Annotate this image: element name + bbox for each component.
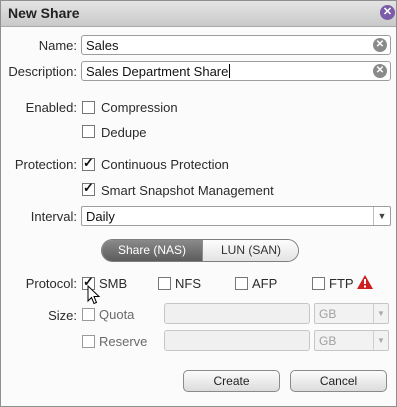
smb-label: SMB — [99, 276, 128, 291]
checkmark-icon: ✓ — [83, 180, 94, 195]
warning-icon[interactable] — [357, 275, 373, 289]
title-bar: New Share ✕ — [1, 1, 396, 27]
continuous-protection-label: Continuous Protection — [101, 157, 229, 172]
description-value-wrap: Sales Department Share — [86, 64, 231, 79]
afp-checkbox[interactable] — [235, 277, 248, 290]
new-share-dialog: New Share ✕ Name: Sales ✕ Description: S… — [0, 0, 397, 407]
smart-snapshot-label: Smart Snapshot Management — [101, 183, 274, 198]
quota-checkbox[interactable] — [82, 308, 95, 321]
create-button[interactable]: Create — [183, 370, 280, 392]
description-label: Description: — [8, 64, 77, 79]
dedupe-label: Dedupe — [101, 125, 147, 140]
name-label: Name: — [38, 38, 77, 53]
quota-unit-select[interactable]: GB ▼ — [314, 303, 389, 324]
reserve-checkbox[interactable] — [82, 335, 95, 348]
dialog-title: New Share — [8, 5, 80, 21]
description-field[interactable]: Sales Department Share ✕ — [81, 61, 391, 81]
close-icon[interactable]: ✕ — [380, 5, 395, 20]
quota-unit-value: GB — [319, 307, 337, 321]
protection-label: Protection: — [14, 157, 77, 172]
clear-description-icon[interactable]: ✕ — [373, 64, 387, 78]
afp-label: AFP — [252, 276, 278, 291]
clear-name-icon[interactable]: ✕ — [373, 38, 387, 52]
tab-share-nas[interactable]: Share (NAS) — [102, 240, 202, 261]
dedupe-checkbox[interactable] — [82, 125, 95, 138]
reserve-label: Reserve — [99, 334, 148, 349]
name-value: Sales — [86, 38, 119, 53]
reserve-unit-select[interactable]: GB ▼ — [314, 330, 389, 351]
quota-label: Quota — [99, 307, 135, 322]
interval-select[interactable]: Daily ▼ — [81, 206, 391, 226]
chevron-down-icon: ▼ — [373, 331, 388, 350]
description-value: Sales Department Share — [86, 64, 229, 79]
chevron-down-icon: ▼ — [373, 207, 390, 225]
reserve-size-input[interactable] — [164, 330, 310, 351]
enabled-label: Enabled: — [25, 100, 77, 115]
compression-checkbox[interactable] — [82, 101, 95, 114]
chevron-down-icon: ▼ — [373, 304, 388, 323]
text-caret — [229, 64, 231, 78]
name-field[interactable]: Sales ✕ — [81, 35, 391, 55]
smart-snapshot-checkbox[interactable]: ✓ — [82, 180, 95, 196]
ftp-label: FTP — [329, 276, 354, 291]
share-type-toggle: Share (NAS) LUN (SAN) — [101, 239, 299, 262]
nfs-checkbox[interactable] — [158, 277, 171, 290]
interval-value: Daily — [86, 209, 115, 224]
tab-lun-san[interactable]: LUN (SAN) — [202, 240, 298, 261]
interval-label: Interval: — [30, 209, 77, 224]
protocol-label: Protocol: — [25, 276, 77, 291]
ftp-checkbox[interactable] — [312, 277, 325, 290]
nfs-label: NFS — [175, 276, 201, 291]
cancel-button[interactable]: Cancel — [290, 370, 387, 392]
mouse-pointer-icon — [87, 285, 101, 305]
compression-label: Compression — [101, 100, 178, 115]
checkmark-icon: ✓ — [83, 155, 94, 170]
quota-size-input[interactable] — [164, 303, 310, 324]
reserve-unit-value: GB — [319, 334, 337, 348]
continuous-protection-checkbox[interactable]: ✓ — [82, 155, 95, 171]
size-label: Size: — [48, 308, 77, 323]
